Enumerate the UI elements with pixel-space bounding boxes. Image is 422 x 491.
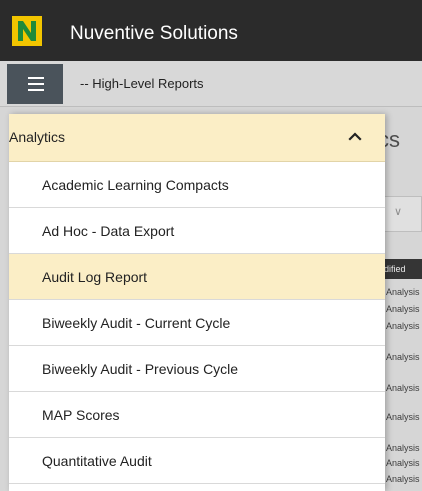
chevron-up-icon[interactable]: [345, 126, 365, 146]
top-header: Nuventive Solutions: [0, 0, 422, 61]
menu-item-quantitative-audit[interactable]: Quantitative Audit: [9, 438, 385, 484]
menu-item-map-scores[interactable]: MAP Scores: [9, 392, 385, 438]
menu-item-label: Quantitative Audit: [42, 453, 152, 469]
menu-button[interactable]: [7, 64, 63, 104]
menu-item-label: Ad Hoc - Data Export: [42, 223, 175, 239]
menu-item-label: Biweekly Audit - Previous Cycle: [42, 361, 239, 377]
menu-item-label: MAP Scores: [42, 407, 120, 423]
menu-item-biweekly-audit-previous-cycle[interactable]: Biweekly Audit - Previous Cycle: [9, 346, 385, 392]
hamburger-icon: [28, 77, 44, 79]
menu-item-label: Academic Learning Compacts: [42, 177, 229, 193]
nuventive-logo: [12, 16, 42, 46]
app-title: Nuventive Solutions: [70, 23, 238, 44]
menu-item-audit-log-report[interactable]: Audit Log Report: [9, 254, 385, 300]
menu-item-ad-hoc-data-export[interactable]: Ad Hoc - Data Export: [9, 208, 385, 254]
navigation-drawer: Analytics Academic Learning Compacts Ad …: [9, 114, 385, 491]
menu-item-label: Audit Log Report: [42, 269, 148, 285]
report-subbar: [0, 61, 422, 107]
breadcrumb: -- High-Level Reports: [80, 76, 204, 91]
analytics-section-header[interactable]: Analytics: [9, 114, 385, 162]
menu-item-biweekly-audit-current-cycle[interactable]: Biweekly Audit - Current Cycle: [9, 300, 385, 346]
menu-item-label: Biweekly Audit - Current Cycle: [42, 315, 231, 331]
menu-item-academic-learning-compacts[interactable]: Academic Learning Compacts: [9, 162, 385, 208]
section-label: Analytics: [9, 129, 66, 145]
